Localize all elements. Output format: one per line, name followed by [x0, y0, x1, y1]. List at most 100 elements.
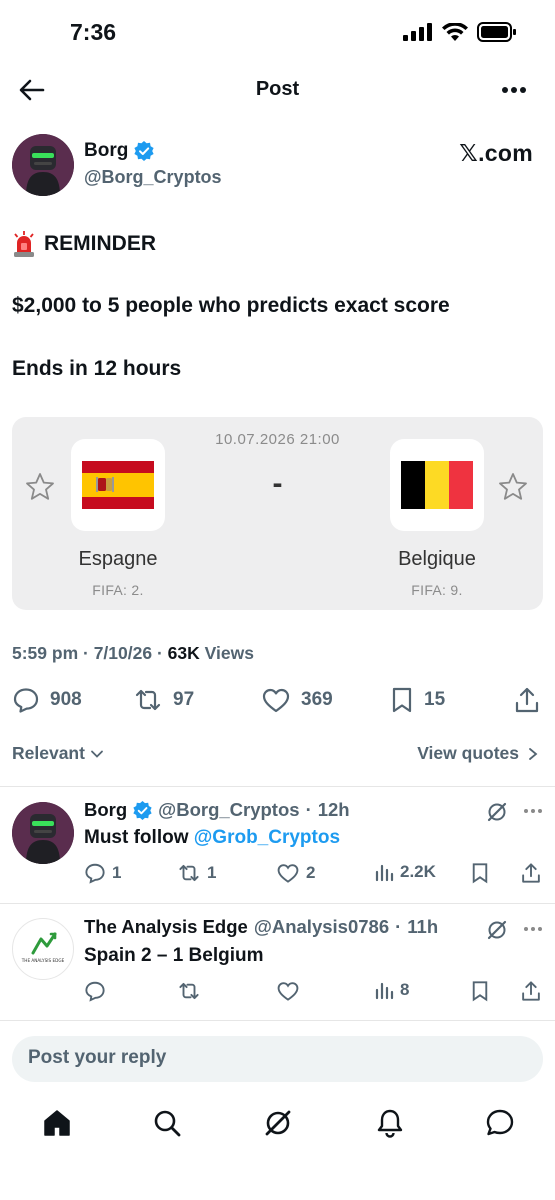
nav-notifications[interactable]	[375, 1108, 405, 1138]
grok-button[interactable]	[486, 801, 508, 823]
reply-mention[interactable]: @Grob_Cryptos	[194, 827, 340, 848]
repost-button[interactable]: 97	[133, 686, 194, 714]
reply-body: Must follow	[84, 827, 194, 848]
chevron-right-icon	[529, 747, 538, 760]
reply-reply-button[interactable]	[84, 980, 112, 1002]
nav-search[interactable]	[152, 1108, 182, 1138]
reply-icon	[85, 863, 105, 884]
like-icon	[277, 982, 299, 1001]
status-icons	[403, 22, 517, 42]
reply-like-button[interactable]: 2	[276, 862, 315, 884]
share-button[interactable]	[514, 686, 540, 714]
reply-avatar[interactable]	[12, 802, 74, 864]
view-quotes-label: View quotes	[417, 743, 519, 763]
like-icon	[277, 864, 299, 883]
home-fifa-rank: FIFA: 2.	[92, 582, 144, 598]
reply-views-button[interactable]: 2.2K	[374, 862, 436, 882]
reply-input[interactable]: Post your reply	[12, 1036, 543, 1082]
analysis-edge-logo-icon: THE ANALYSIS EDGE	[21, 932, 65, 963]
divider	[0, 1020, 555, 1021]
reply-text: Must follow @Grob_Cryptos	[84, 827, 340, 849]
nav-grok[interactable]	[263, 1108, 293, 1138]
status-time: 7:36	[70, 19, 117, 45]
robot-avatar-image	[12, 134, 74, 196]
divider	[0, 786, 555, 787]
source-label: 𝕏.com	[459, 140, 533, 166]
bookmark-button[interactable]: 15	[390, 686, 445, 714]
like-button[interactable]: 369	[261, 686, 333, 714]
verified-badge-icon	[134, 141, 154, 161]
nav-home[interactable]	[42, 1108, 72, 1138]
analytics-icon	[375, 982, 394, 1000]
reply-bookmark-button[interactable]	[470, 980, 490, 1002]
reply-time: 11h	[407, 916, 439, 937]
sort-label: Relevant	[12, 743, 85, 763]
reply-count: 908	[50, 689, 82, 710]
like-count: 369	[301, 689, 333, 710]
grok-icon	[487, 802, 507, 822]
reply-views-button[interactable]: 8	[374, 980, 409, 1000]
reply-time: 12h	[317, 799, 350, 820]
reply-repost-button[interactable]	[177, 980, 207, 1002]
reply-author-handle[interactable]: @Borg_Cryptos	[158, 799, 299, 821]
chevron-down-icon	[91, 750, 103, 758]
view-quotes-link[interactable]: View quotes	[417, 743, 539, 764]
more-button[interactable]	[501, 86, 527, 94]
messages-icon	[486, 1109, 514, 1136]
reply-button[interactable]: 908	[12, 686, 82, 714]
home-team-name: Espagne	[78, 548, 158, 570]
bookmark-icon	[392, 687, 412, 713]
star-icon	[499, 473, 527, 500]
reply-more-button[interactable]	[523, 808, 543, 814]
analysis-edge-logo-text: THE ANALYSIS EDGE	[21, 958, 65, 963]
reply-reply-count: 1	[112, 863, 122, 882]
reply-author-name[interactable]: Borg	[84, 799, 127, 821]
more-icon	[524, 927, 542, 931]
reply-avatar[interactable]: THE ANALYSIS EDGE	[12, 918, 74, 980]
grok-button[interactable]	[486, 919, 508, 941]
verified-badge-icon	[133, 800, 152, 820]
reply-view-count: 2.2K	[400, 862, 436, 881]
analytics-icon	[375, 864, 394, 882]
wifi-icon	[442, 22, 468, 41]
repost-icon	[179, 982, 199, 1000]
match-card[interactable]: 10.07.2026 21:00 - Espagne Belgique FIFA…	[12, 417, 543, 610]
favorite-away-button[interactable]	[497, 471, 529, 503]
reply-icon	[85, 981, 105, 1002]
reply-more-button[interactable]	[523, 926, 543, 932]
reply-like-count: 2	[306, 863, 316, 882]
post-line-3: Ends in 12 hours	[12, 357, 182, 380]
post-reminder: REMINDER	[44, 232, 157, 255]
grok-icon	[265, 1110, 291, 1136]
post-date[interactable]: 7/10/26	[94, 643, 152, 663]
bookmark-icon	[472, 981, 488, 1002]
bookmark-icon	[472, 863, 488, 884]
siren-icon	[14, 231, 34, 257]
reply-share-button[interactable]	[520, 862, 542, 884]
nav-messages[interactable]	[485, 1108, 515, 1138]
reply-repost-button[interactable]: 1	[177, 862, 216, 884]
author-name-row[interactable]: Borg	[84, 140, 154, 162]
bell-icon	[377, 1109, 403, 1138]
reply-reply-button[interactable]: 1	[84, 862, 121, 884]
belgium-flag-icon	[401, 461, 473, 509]
reply-like-button[interactable]	[276, 980, 306, 1002]
sort-dropdown[interactable]: Relevant	[12, 743, 104, 764]
author-handle[interactable]: @Borg_Cryptos	[84, 167, 222, 188]
post-meta: 5:59 pm · 7/10/26 · 63K Views	[12, 643, 254, 663]
author-name[interactable]: Borg	[84, 140, 128, 162]
repost-icon	[179, 864, 199, 882]
reply-bookmark-button[interactable]	[470, 862, 490, 884]
away-fifa-rank: FIFA: 9.	[411, 582, 463, 598]
share-icon	[515, 687, 539, 713]
post-line-1: REMINDER	[12, 231, 156, 257]
reply-author-name[interactable]: The Analysis Edge	[84, 916, 248, 938]
post-line-2: $2,000 to 5 people who predicts exact sc…	[12, 294, 450, 317]
reply-share-button[interactable]	[520, 980, 542, 1002]
reply-text: Spain 2 – 1 Belgium	[84, 945, 264, 966]
reply-author-handle[interactable]: @Analysis0786	[254, 916, 389, 938]
author-avatar[interactable]	[12, 134, 74, 196]
more-icon	[524, 809, 542, 813]
grok-icon	[487, 920, 507, 940]
reply-repost-count: 1	[207, 863, 217, 882]
